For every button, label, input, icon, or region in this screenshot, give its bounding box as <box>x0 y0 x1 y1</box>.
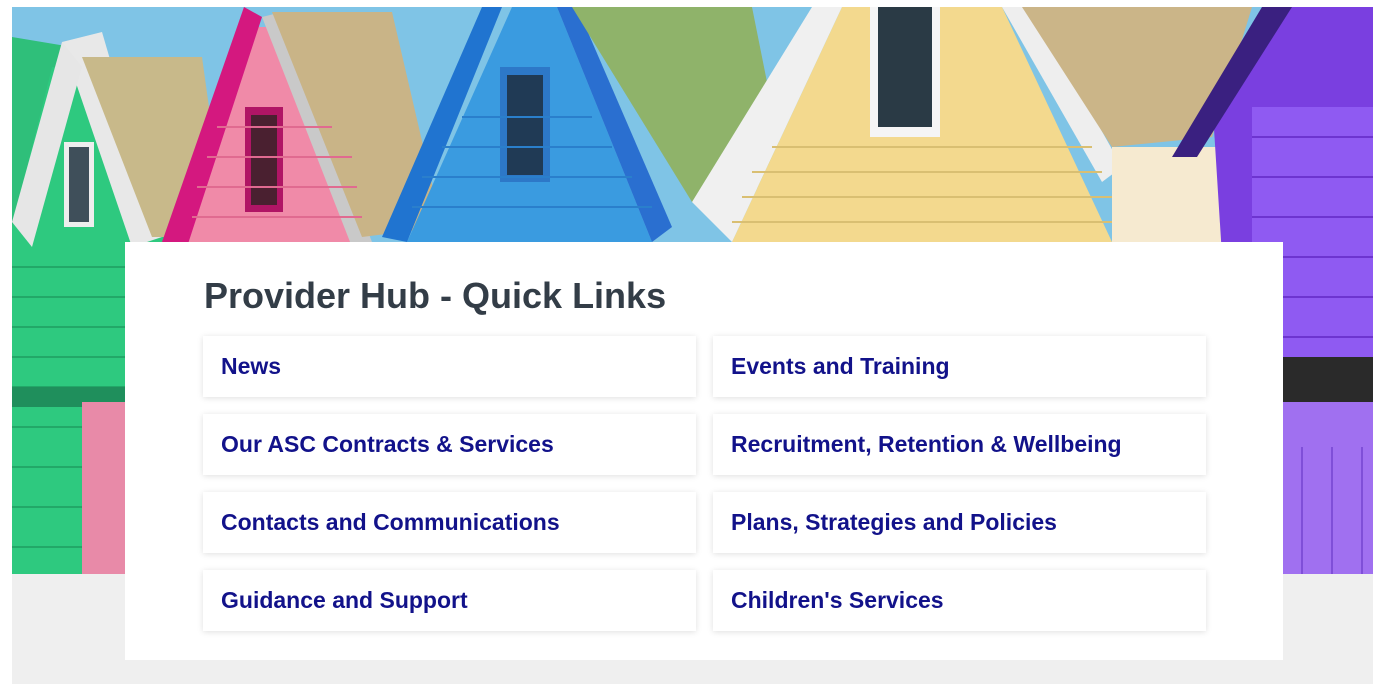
link-label: Recruitment, Retention & Wellbeing <box>731 431 1122 457</box>
link-label: Our ASC Contracts & Services <box>221 431 554 457</box>
page-title: Provider Hub - Quick Links <box>204 275 667 316</box>
link-contacts-and-communications[interactable]: Contacts and Communications <box>203 492 696 553</box>
quick-links-grid: News Events and Training Our ASC Contrac… <box>203 336 1206 631</box>
link-label: Children's Services <box>731 587 944 613</box>
link-asc-contracts-services[interactable]: Our ASC Contracts & Services <box>203 414 696 475</box>
link-news[interactable]: News <box>203 336 696 397</box>
link-label: News <box>221 353 282 379</box>
link-events-and-training[interactable]: Events and Training <box>713 336 1206 397</box>
page: Provider Hub - Quick Links News Events a… <box>0 0 1373 684</box>
link-plans-strategies-policies[interactable]: Plans, Strategies and Policies <box>713 492 1206 553</box>
link-childrens-services[interactable]: Children's Services <box>713 570 1206 631</box>
quick-links-card: Provider Hub - Quick Links News Events a… <box>125 242 1283 660</box>
link-guidance-and-support[interactable]: Guidance and Support <box>203 570 696 631</box>
link-recruitment-retention-wellbeing[interactable]: Recruitment, Retention & Wellbeing <box>713 414 1206 475</box>
link-label: Events and Training <box>731 353 950 379</box>
link-label: Plans, Strategies and Policies <box>731 509 1057 535</box>
link-label: Guidance and Support <box>221 587 468 613</box>
link-label: Contacts and Communications <box>221 509 560 535</box>
